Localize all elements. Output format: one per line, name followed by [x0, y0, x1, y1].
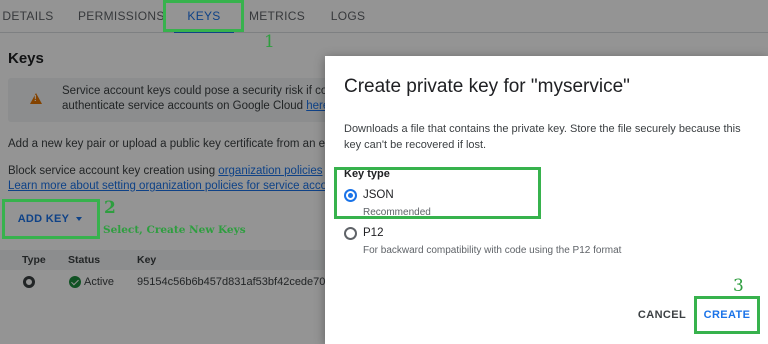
annotation-step-2-text: Select, Create New Keys: [103, 224, 246, 236]
create-button[interactable]: CREATE: [699, 301, 755, 329]
dialog-title: Create private key for "myservice": [344, 76, 630, 97]
annotation-step-3: 3: [733, 276, 744, 296]
json-option-sublabel: Recommended: [363, 207, 431, 218]
radio-selected-icon[interactable]: [344, 189, 357, 202]
p12-option-sublabel: For backward compatibility with code usi…: [363, 245, 622, 256]
radio-unselected-icon[interactable]: [344, 227, 357, 240]
cancel-button[interactable]: CANCEL: [636, 301, 688, 329]
create-key-dialog: Create private key for "myservice" Downl…: [325, 56, 768, 344]
json-option-label[interactable]: JSON: [363, 189, 394, 201]
annotation-step-1: 1: [264, 32, 275, 52]
annotation-step-2: 2: [104, 198, 116, 218]
p12-option-label[interactable]: P12: [363, 227, 383, 239]
dialog-description: Downloads a file that contains the priva…: [344, 123, 741, 151]
key-type-label: Key type: [344, 168, 390, 180]
